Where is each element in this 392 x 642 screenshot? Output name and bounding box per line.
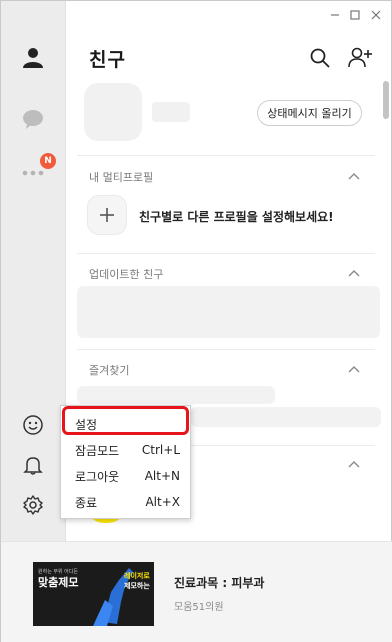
ad-image-headline: 맞춤제모 bbox=[38, 575, 78, 589]
my-profile-name-placeholder bbox=[152, 102, 190, 122]
close-icon[interactable] bbox=[368, 7, 384, 23]
status-message-button[interactable]: 상태메시지 올리기 bbox=[257, 100, 362, 126]
favorites-placeholder bbox=[77, 386, 275, 404]
ad-image[interactable]: 원하는 부위 어디든 맞춤제모 레이저로 제모하는 bbox=[33, 562, 154, 626]
gear-icon[interactable] bbox=[19, 491, 47, 519]
menu-item-label: 종료 bbox=[75, 495, 98, 510]
divider bbox=[77, 349, 375, 350]
scrollbar-thumb[interactable] bbox=[383, 81, 389, 119]
side-rail: N bbox=[1, 1, 66, 541]
section-multi-profile-label: 내 멀티프로필 bbox=[89, 171, 154, 184]
section-favorites-label: 즐겨찾기 bbox=[89, 364, 130, 377]
add-friend-icon[interactable] bbox=[347, 45, 373, 71]
divider bbox=[77, 155, 375, 156]
menu-item-label: 로그아웃 bbox=[75, 469, 120, 484]
menu-item-label: 잠금모드 bbox=[75, 443, 120, 458]
chevron-up-icon[interactable] bbox=[347, 459, 361, 469]
menu-item-shortcut: Alt+X bbox=[145, 495, 180, 509]
chat-bubble-icon[interactable] bbox=[19, 105, 47, 133]
ad-subtitle: 모움51의원 bbox=[174, 602, 224, 613]
section-updated-friends-label: 업데이트한 친구 bbox=[89, 268, 164, 281]
menu-item-shortcut: Alt+N bbox=[144, 469, 180, 483]
updated-friends-placeholder bbox=[77, 286, 380, 338]
bell-icon[interactable] bbox=[19, 451, 47, 479]
settings-highlight-box bbox=[62, 406, 189, 435]
multi-profile-cta[interactable]: 친구별로 다른 프로필을 설정해보세요! bbox=[139, 208, 334, 225]
menu-item-lock-mode[interactable]: 잠금모드 Ctrl+L bbox=[61, 438, 190, 462]
person-icon[interactable] bbox=[19, 43, 47, 71]
maximize-icon[interactable] bbox=[347, 7, 363, 23]
plus-icon bbox=[100, 208, 114, 222]
search-icon[interactable] bbox=[307, 45, 333, 71]
menu-item-exit[interactable]: 종료 Alt+X bbox=[61, 490, 190, 514]
chevron-up-icon[interactable] bbox=[347, 268, 361, 278]
new-badge: N bbox=[40, 153, 56, 169]
ad-image-line-4: 제모하는 bbox=[124, 581, 150, 590]
ad-title: 진료과목 : 피부과 bbox=[174, 576, 265, 590]
page-title: 친구 bbox=[89, 49, 126, 71]
add-multi-profile-button[interactable] bbox=[87, 195, 127, 235]
smiley-icon[interactable] bbox=[19, 411, 47, 439]
menu-item-shortcut: Ctrl+L bbox=[141, 443, 180, 457]
favorites-placeholder bbox=[191, 407, 381, 427]
my-profile-avatar[interactable] bbox=[84, 83, 142, 141]
minimize-icon[interactable] bbox=[327, 7, 343, 23]
app-window: N 친구 상태메시지 올리기 내 멀티프로필 친구별로 다른 프로필을 설정해보… bbox=[0, 0, 392, 642]
chevron-up-icon[interactable] bbox=[347, 364, 361, 374]
chevron-up-icon[interactable] bbox=[347, 171, 361, 181]
ad-image-tagline: 원하는 부위 어디든 bbox=[38, 568, 78, 575]
ad-banner[interactable]: 원하는 부위 어디든 맞춤제모 레이저로 제모하는 진료과목 : 피부과 모움5… bbox=[1, 541, 392, 642]
ad-image-line-3: 레이저로 bbox=[124, 571, 150, 580]
menu-item-logout[interactable]: 로그아웃 Alt+N bbox=[61, 464, 190, 488]
divider bbox=[77, 253, 375, 254]
